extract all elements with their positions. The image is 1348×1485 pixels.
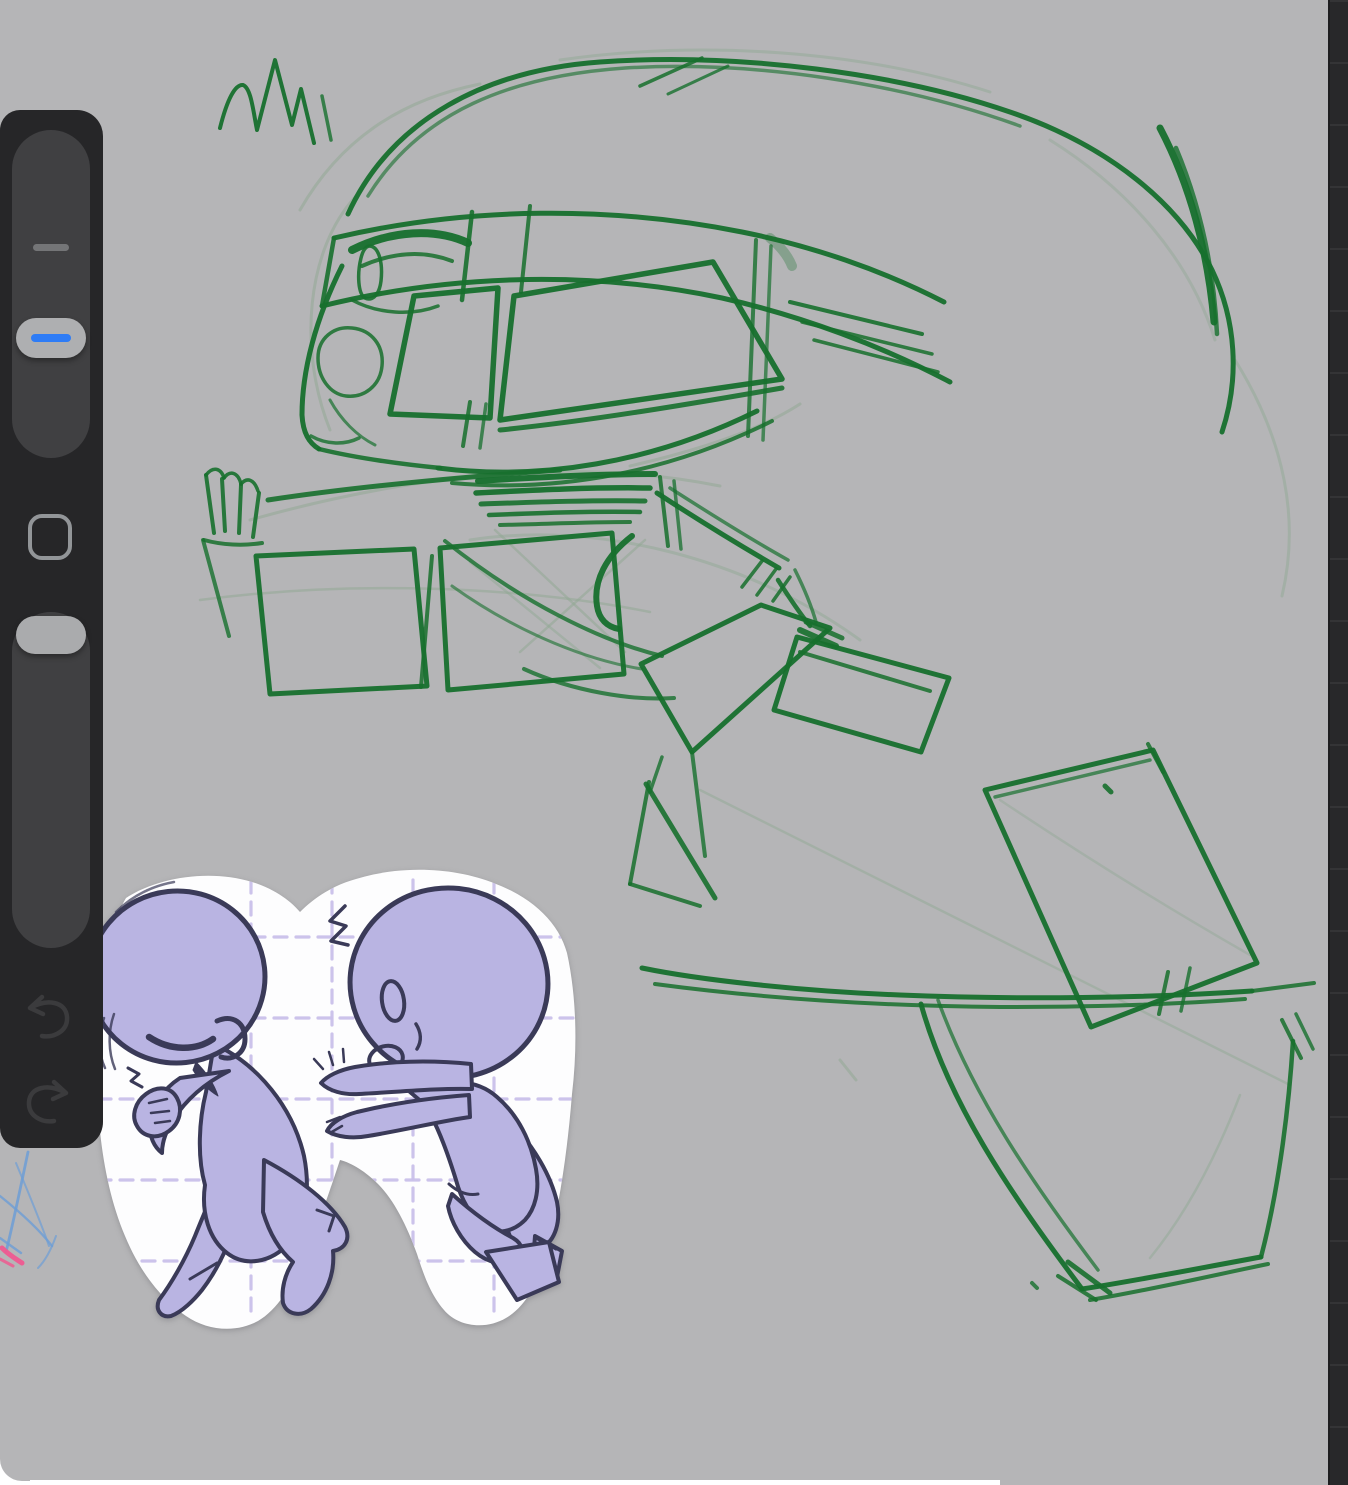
slider-tick-mark — [33, 244, 69, 251]
artwork-layer — [0, 48, 1316, 1329]
brush-size-handle[interactable] — [16, 318, 86, 358]
redo-arrow-icon — [26, 1079, 69, 1124]
undo-button[interactable] — [20, 992, 76, 1040]
side-panel-edge-strip[interactable] — [1328, 0, 1348, 1485]
screen-bottom-edge — [0, 1480, 1000, 1485]
reference-sticker-image — [86, 869, 576, 1329]
brush-size-slider[interactable] — [12, 130, 90, 458]
corner-scribble-strokes — [0, 1150, 57, 1269]
size-handle-accent — [31, 334, 71, 342]
brush-opacity-slider[interactable] — [12, 612, 90, 948]
modify-button[interactable] — [28, 514, 72, 560]
undo-arrow-icon — [27, 994, 70, 1039]
sidebar-toolbar — [0, 110, 103, 1148]
redo-button[interactable] — [20, 1077, 76, 1125]
brush-opacity-handle[interactable] — [16, 616, 86, 654]
app-window — [0, 0, 1348, 1485]
